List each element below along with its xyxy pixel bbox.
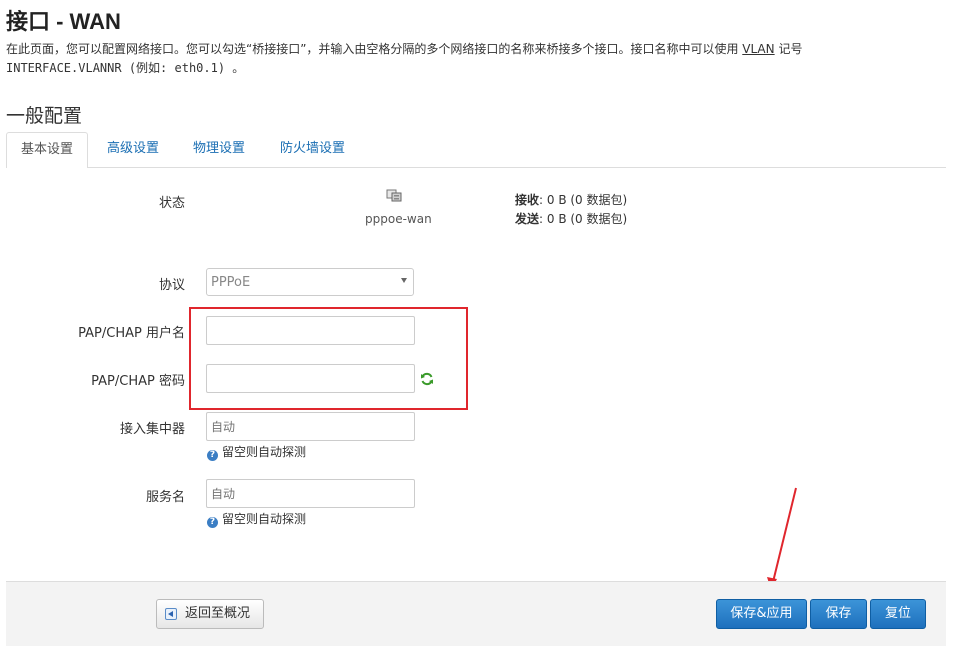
save-button[interactable]: 保存 <box>810 599 867 629</box>
access-concentrator-hint: ? 留空则自动探测 <box>207 443 306 461</box>
access-concentrator-label: 接入集中器 <box>119 422 185 437</box>
rx-label: 接收 <box>515 193 540 207</box>
section-title: 一般配置 <box>6 105 83 127</box>
tx-stat: 发送: 0 B (0 数据包) <box>515 210 627 227</box>
help-icon: ? <box>207 517 218 528</box>
back-to-overview-label: 返回至概况 <box>185 606 251 621</box>
protocol-selected-value: PPPoE <box>211 275 251 290</box>
help-icon: ? <box>207 450 218 461</box>
reveal-password-icon[interactable] <box>420 372 434 386</box>
username-label: PAP/CHAP 用户名 <box>78 326 185 341</box>
rx-stat: 接收: 0 B (0 数据包) <box>515 191 627 208</box>
access-concentrator-hint-text: 留空则自动探测 <box>222 445 307 459</box>
network-interface-icon <box>386 189 402 202</box>
back-to-overview-button[interactable]: 返回至概况 <box>156 599 264 629</box>
description-text-end: 记号 <box>774 42 803 56</box>
service-name-input[interactable] <box>206 479 415 508</box>
tab-advanced-settings[interactable]: 高级设置 <box>93 132 173 166</box>
service-name-hint: ? 留空则自动探测 <box>207 510 306 528</box>
password-label: PAP/CHAP 密码 <box>91 374 185 389</box>
page-description-example: INTERFACE.VLANNR (例如: eth0.1) 。 <box>6 61 245 75</box>
chevron-down-icon <box>401 278 407 283</box>
tab-firewall-settings[interactable]: 防火墙设置 <box>266 132 359 166</box>
rx-value: : 0 B (0 数据包) <box>539 193 628 207</box>
password-input[interactable] <box>206 364 415 393</box>
annotation-arrow-icon <box>767 487 797 590</box>
tx-value: : 0 B (0 数据包) <box>539 212 628 226</box>
tx-label: 发送 <box>515 212 540 226</box>
tab-physical-settings[interactable]: 物理设置 <box>179 132 259 166</box>
access-concentrator-input[interactable] <box>206 412 415 441</box>
service-name-hint-text: 留空则自动探测 <box>222 512 307 526</box>
vlan-term: VLAN <box>742 42 775 56</box>
protocol-label: 协议 <box>158 278 185 293</box>
protocol-select[interactable]: PPPoE <box>206 268 414 296</box>
status-label: 状态 <box>158 196 185 211</box>
save-and-apply-button[interactable]: 保存&应用 <box>716 599 807 629</box>
username-input[interactable] <box>206 316 415 345</box>
service-name-label: 服务名 <box>145 490 185 505</box>
page-description: 在此页面，您可以配置网络接口。您可以勾选“桥接接口”，并输入由空格分隔的多个网络… <box>6 40 802 57</box>
page-title: 接口 - WAN <box>6 9 121 34</box>
tab-basic-settings[interactable]: 基本设置 <box>6 132 89 169</box>
tab-bar: 基本设置 高级设置 物理设置 防火墙设置 <box>6 132 946 169</box>
interface-name: pppoe-wan <box>365 212 432 226</box>
description-text: 在此页面，您可以配置网络接口。您可以勾选“桥接接口”，并输入由空格分隔的多个网络… <box>6 42 743 56</box>
reset-button[interactable]: 复位 <box>870 599 926 629</box>
back-arrow-icon <box>165 608 177 620</box>
